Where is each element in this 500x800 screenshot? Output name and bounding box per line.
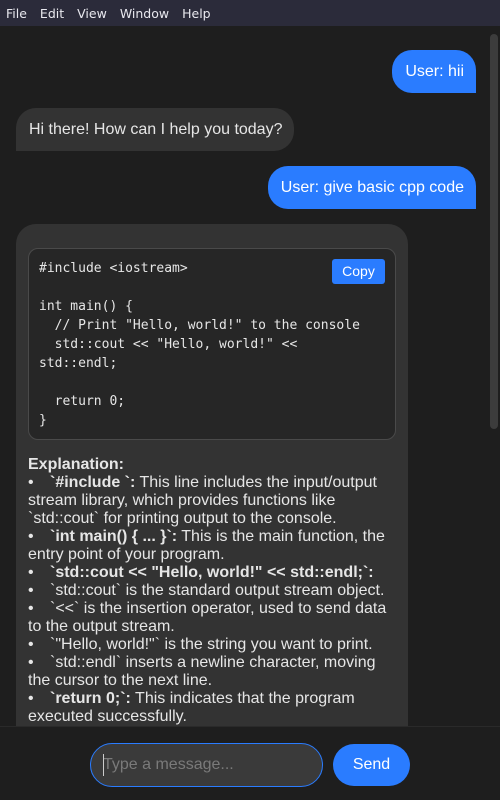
copy-button[interactable]: Copy	[332, 259, 385, 284]
user-message: User: give basic cpp code	[267, 166, 476, 209]
explanation-heading: Explanation:	[28, 456, 125, 473]
message-input[interactable]	[90, 743, 323, 787]
code-text: #include <iostream> int main() { // Prin…	[39, 261, 360, 428]
explanation-item-term: `#include `:	[50, 474, 136, 491]
bullet-icon: •	[28, 564, 34, 581]
explanation-item: • `int main() { ... }`: This is the main …	[28, 528, 396, 564]
explanation-item-text: `"Hello, world!"` is the string you want…	[50, 636, 373, 653]
send-button[interactable]: Send	[333, 744, 410, 786]
explanation-item-term: `int main() { ... }`:	[50, 528, 178, 545]
bullet-icon: •	[28, 474, 34, 491]
scrollbar-thumb[interactable]	[490, 34, 498, 429]
explanation-item: • `"Hello, world!"` is the string you wan…	[28, 636, 396, 654]
explanation-item-term: `return 0;`:	[50, 690, 131, 707]
explanation-item: • `std::endl` inserts a newline character…	[28, 654, 396, 690]
explanation-list: • `#include `: This line includes the inp…	[28, 474, 396, 726]
bullet-icon: •	[28, 636, 34, 653]
menu-bar: File Edit View Window Help	[0, 0, 500, 26]
menu-window[interactable]: Window	[120, 6, 169, 21]
menu-help[interactable]: Help	[182, 6, 211, 21]
explanation-item-text: `std::endl` inserts a newline character,…	[28, 654, 376, 689]
bullet-icon: •	[28, 582, 34, 599]
composer: Send	[0, 726, 500, 800]
bullet-icon: •	[28, 654, 34, 671]
explanation-item: • `return 0;`: This indicates that the pr…	[28, 690, 396, 726]
code-block: #include <iostream> int main() { // Prin…	[28, 248, 396, 440]
explanation-item-text: `std::cout` is the standard output strea…	[50, 582, 385, 599]
explanation-item-text: `<<` is the insertion operator, used to …	[28, 600, 387, 635]
bullet-icon: •	[28, 600, 34, 617]
explanation-item-term: `std::cout << "Hello, world!" << std::en…	[50, 564, 374, 581]
chat-history: User: hii Hi there! How can I help you t…	[0, 26, 500, 726]
menu-view[interactable]: View	[77, 6, 107, 21]
user-message: User: hii	[392, 50, 476, 93]
menu-file[interactable]: File	[6, 6, 27, 21]
assistant-message: #include <iostream> int main() { // Prin…	[16, 224, 408, 726]
explanation-item: • `std::cout << "Hello, world!" << std::e…	[28, 564, 396, 582]
text-caret	[103, 754, 104, 776]
assistant-message: Hi there! How can I help you today?	[16, 108, 295, 151]
explanation: Explanation: • `#include `: This line inc…	[28, 456, 396, 726]
explanation-item: • `<<` is the insertion operator, used to…	[28, 600, 396, 636]
menu-edit[interactable]: Edit	[40, 6, 64, 21]
bullet-icon: •	[28, 528, 34, 545]
explanation-item: • `std::cout` is the standard output stre…	[28, 582, 396, 600]
bullet-icon: •	[28, 690, 34, 707]
explanation-item: • `#include `: This line includes the inp…	[28, 474, 396, 528]
